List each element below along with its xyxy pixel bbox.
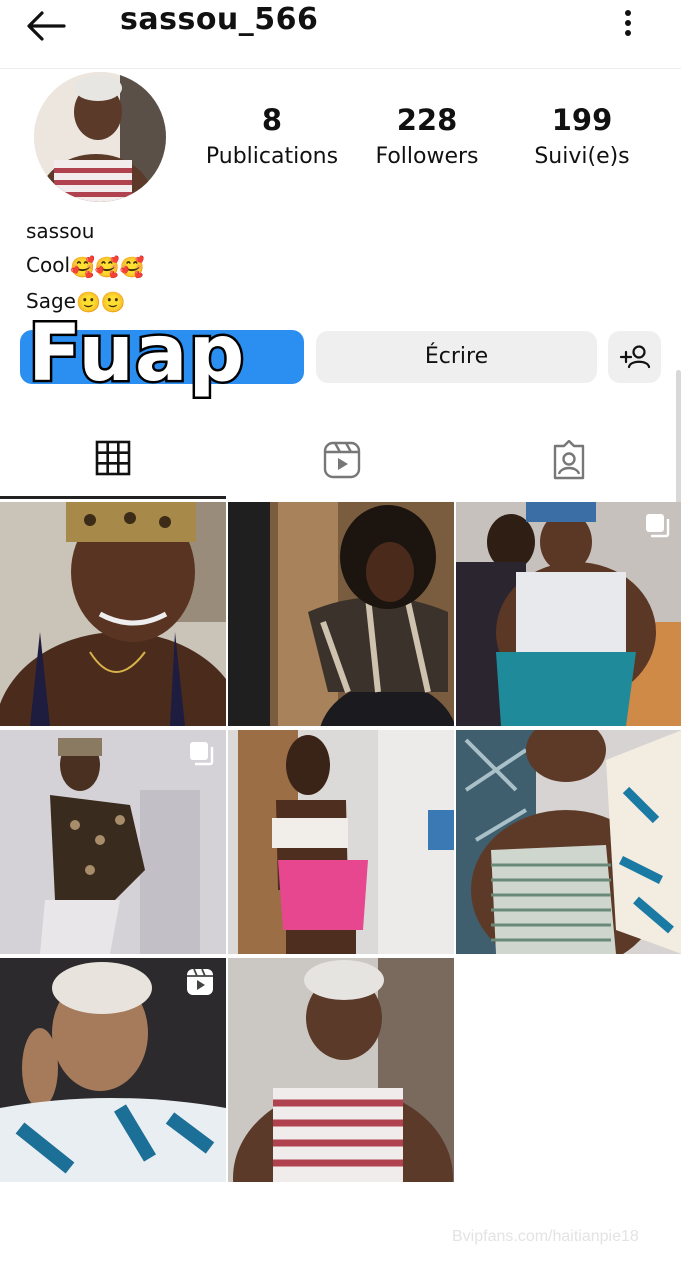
- stat-followers[interactable]: 228 Followers: [347, 102, 507, 172]
- active-tab-indicator: [0, 496, 226, 499]
- more-vertical-icon: [625, 10, 631, 36]
- tab-posts[interactable]: [0, 420, 227, 500]
- post-thumbnail[interactable]: [0, 502, 226, 726]
- tab-tagged[interactable]: [454, 420, 681, 500]
- bio-name: sassou: [26, 219, 95, 243]
- profile-tabs: [0, 420, 681, 500]
- bio-line-1: Cool🥰🥰🥰: [26, 248, 145, 284]
- stat-publications-label: Publications: [205, 144, 339, 169]
- person-add-icon: [619, 345, 651, 369]
- bio-line-1-text: Cool: [26, 253, 70, 277]
- reels-icon: [323, 441, 361, 479]
- stat-publications[interactable]: 8 Publications: [192, 102, 352, 172]
- post-thumbnail[interactable]: [456, 730, 681, 954]
- top-bar: sassou_566: [0, 0, 681, 69]
- carousel-icon: [644, 512, 670, 542]
- post-thumbnail[interactable]: [228, 730, 454, 954]
- write-message-button[interactable]: Écrire: [316, 331, 597, 383]
- stat-following[interactable]: 199 Suivi(e)s: [502, 102, 662, 172]
- profile-bio: sassou Cool🥰🥰🥰 Sage🙂🙂: [26, 214, 145, 319]
- stat-following-label: Suivi(e)s: [534, 144, 630, 169]
- reel-icon: [186, 968, 214, 1000]
- watermark-overlay-text: Fuap: [25, 307, 246, 402]
- stat-publications-value: 8: [261, 103, 283, 137]
- profile-avatar[interactable]: [34, 72, 166, 202]
- grid-icon: [95, 440, 131, 476]
- post-thumbnail[interactable]: [228, 502, 454, 726]
- arrow-left-icon: [27, 11, 66, 41]
- stat-followers-label: Followers: [375, 144, 479, 169]
- tagged-person-icon: [553, 440, 585, 480]
- post-thumbnail[interactable]: [228, 958, 454, 1182]
- watermark-text: Bvipfans.com/haitianpie18: [452, 1228, 639, 1245]
- stat-followers-value: 228: [396, 103, 458, 137]
- suggest-people-button[interactable]: [608, 331, 661, 383]
- stat-following-value: 199: [551, 103, 613, 137]
- back-button[interactable]: [24, 6, 68, 46]
- carousel-icon: [188, 740, 214, 770]
- more-options-button[interactable]: [614, 6, 642, 40]
- post-thumbnail[interactable]: [456, 502, 681, 726]
- post-thumbnail[interactable]: [0, 730, 226, 954]
- post-thumbnail[interactable]: [0, 958, 226, 1182]
- profile-username: sassou_566: [120, 2, 319, 37]
- tab-reels[interactable]: [227, 420, 454, 500]
- smiling-hearts-emoji: 🥰🥰🥰: [70, 254, 145, 279]
